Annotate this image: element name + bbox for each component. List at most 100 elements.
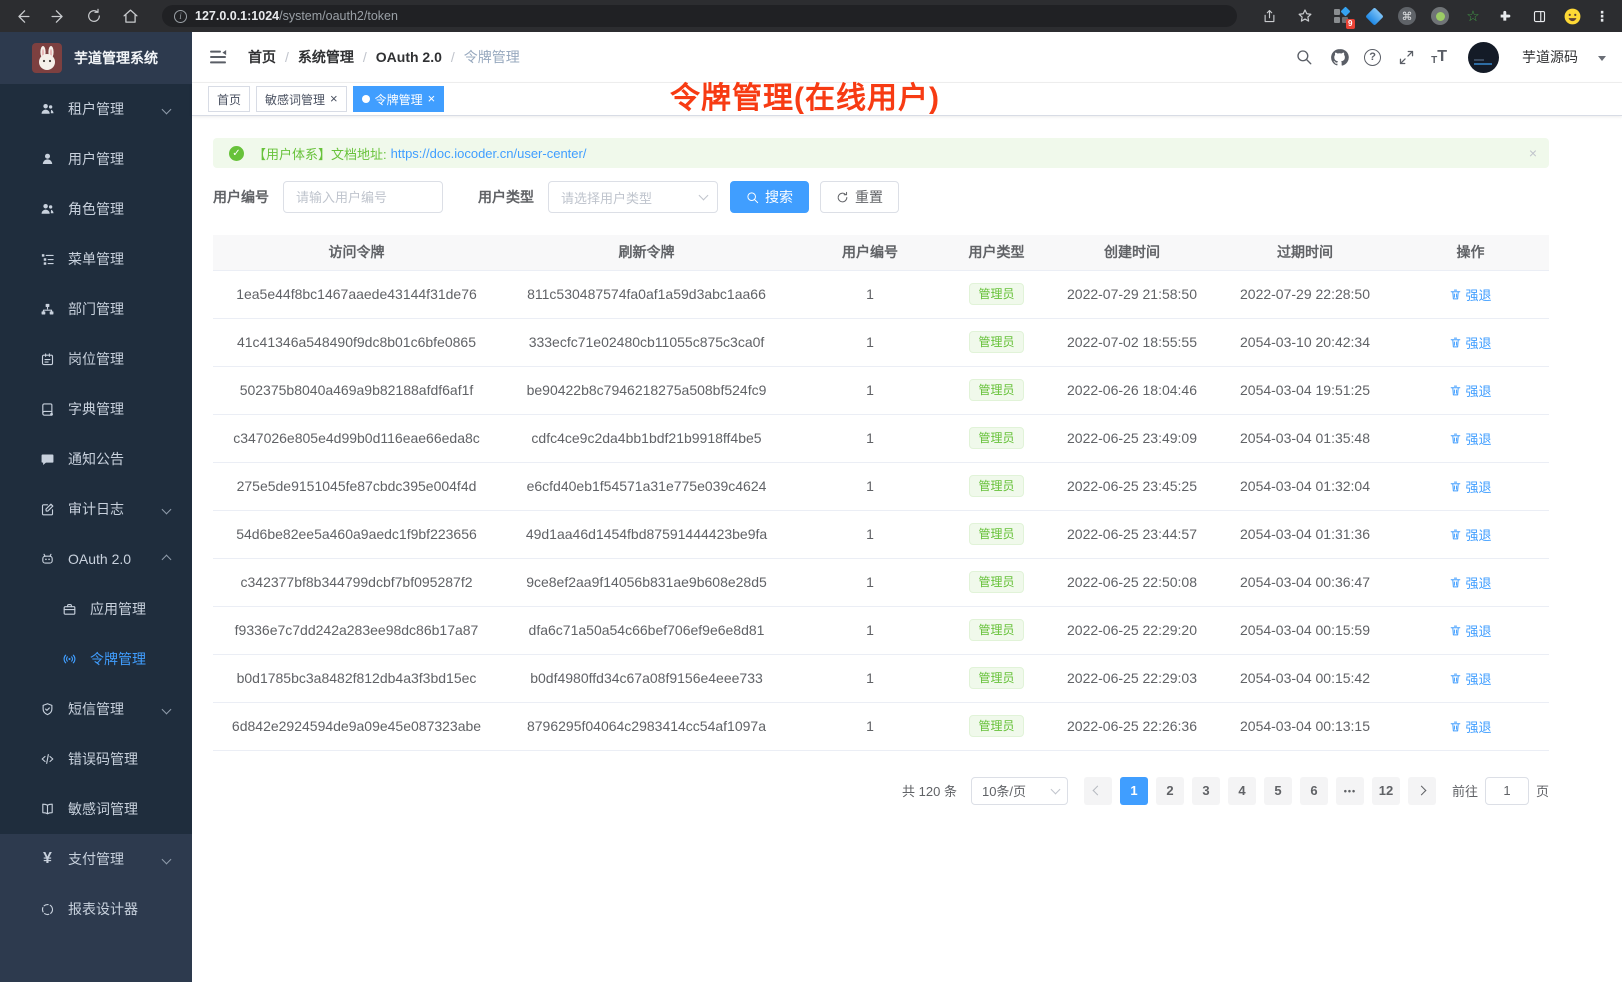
extension-window-icon[interactable] (1529, 6, 1549, 26)
page-button-1[interactable]: 1 (1120, 777, 1148, 805)
sidebar-item-errcode[interactable]: 错误码管理 (0, 734, 192, 784)
page-button-4[interactable]: 4 (1228, 777, 1256, 805)
force-logout-button[interactable]: 强退 (1449, 285, 1491, 304)
refresh-token: be90422b8c7946218275a508bf524fc9 (500, 366, 793, 414)
extension-record-icon[interactable] (1430, 6, 1450, 26)
close-icon[interactable] (330, 92, 338, 106)
sidebar-item-dept[interactable]: 部门管理 (0, 284, 192, 334)
github-icon[interactable] (1329, 47, 1349, 67)
doc-link[interactable]: https://doc.iocoder.cn/user-center/ (391, 146, 587, 161)
user-icon (40, 152, 55, 167)
tab-home[interactable]: 首页 (208, 86, 250, 112)
browser-menu-icon[interactable]: ⋮ (1595, 8, 1610, 25)
sidebar-item-role[interactable]: 角色管理 (0, 184, 192, 234)
browser-back-icon[interactable] (12, 6, 32, 26)
access-token: c342377bf8b344799dcbf7bf095287f2 (213, 558, 500, 606)
prev-page-button[interactable] (1084, 777, 1112, 805)
browser-reload-icon[interactable] (84, 6, 104, 26)
created-time: 2022-06-25 23:45:25 (1046, 462, 1218, 510)
sidebar-item-user[interactable]: 用户管理 (0, 134, 192, 184)
access-token: 41c41346a548490f9dc8b01c6bfe0865 (213, 318, 500, 366)
search-icon[interactable] (1294, 47, 1314, 67)
sidebar-item-dict[interactable]: 字典管理 (0, 384, 192, 434)
browser-home-icon[interactable] (120, 6, 140, 26)
search-button[interactable]: 搜索 (730, 181, 809, 213)
font-size-icon[interactable]: TT (1431, 48, 1447, 66)
caret-down-icon[interactable] (1598, 56, 1606, 61)
next-page-button[interactable] (1408, 777, 1436, 805)
reset-button[interactable]: 重置 (820, 181, 899, 213)
page-button-5[interactable]: 5 (1264, 777, 1292, 805)
sidebar-item-audit-log[interactable]: 审计日志 (0, 484, 192, 534)
extension-star-icon[interactable]: ☆ (1463, 6, 1483, 26)
force-logout-button[interactable]: 强退 (1449, 717, 1491, 736)
breadcrumb-system[interactable]: 系统管理 (298, 47, 354, 67)
page-button-6[interactable]: 6 (1300, 777, 1328, 805)
code-icon (40, 752, 55, 767)
close-icon[interactable]: × (1529, 145, 1537, 161)
address-bar[interactable]: i 127.0.0.1:1024/system/oauth2/token (162, 5, 1237, 27)
sidebar-item-sms[interactable]: 短信管理 (0, 684, 192, 734)
close-icon[interactable] (428, 92, 436, 106)
tab-token[interactable]: 令牌管理 (353, 86, 445, 112)
expire-time: 2054-03-04 00:15:59 (1218, 606, 1392, 654)
force-logout-button[interactable]: 强退 (1449, 525, 1491, 544)
sidebar-item-sensitive-word[interactable]: 敏感词管理 (0, 784, 192, 834)
sidebar-item-tenant[interactable]: 租户管理 (0, 84, 192, 134)
extension-gem-icon[interactable] (1364, 6, 1384, 26)
col-user-id: 用户编号 (793, 235, 947, 270)
shield-check-icon (40, 702, 55, 717)
more-pages-button[interactable]: ••• (1336, 777, 1364, 805)
sidebar-item-post[interactable]: 岗位管理 (0, 334, 192, 384)
user-id-input[interactable] (283, 181, 443, 213)
force-logout-button[interactable]: 强退 (1449, 381, 1491, 400)
page-button-12[interactable]: 12 (1372, 777, 1400, 805)
bookmark-star-icon[interactable] (1295, 6, 1315, 26)
sidebar-item-menu[interactable]: 菜单管理 (0, 234, 192, 284)
extension-blocks-icon[interactable]: 9 (1331, 6, 1351, 26)
page-button-2[interactable]: 2 (1156, 777, 1184, 805)
token-table: 访问令牌 刷新令牌 用户编号 用户类型 创建时间 过期时间 操作 1ea5e44… (213, 235, 1549, 751)
sidebar-item-oauth2-token[interactable]: 令牌管理 (0, 634, 192, 684)
breadcrumb-home[interactable]: 首页 (248, 47, 276, 67)
force-logout-button[interactable]: 强退 (1449, 621, 1491, 640)
total-count: 共 120 条 (902, 781, 957, 800)
extension-puzzle-icon[interactable] (1496, 6, 1516, 26)
created-time: 2022-06-25 23:44:57 (1046, 510, 1218, 558)
force-logout-button[interactable]: 强退 (1449, 669, 1491, 688)
force-logout-button[interactable]: 强退 (1449, 477, 1491, 496)
goto-page-input[interactable] (1485, 777, 1529, 805)
fullscreen-icon[interactable] (1396, 47, 1416, 67)
user-type-badge: 管理员 (969, 475, 1023, 497)
expire-time: 2054-03-04 00:13:15 (1218, 702, 1392, 750)
sidebar-item-pay[interactable]: ¥ 支付管理 (0, 834, 192, 884)
user-type-badge: 管理员 (969, 523, 1023, 545)
help-icon[interactable]: ? (1364, 49, 1381, 66)
force-logout-button[interactable]: 强退 (1449, 333, 1491, 352)
breadcrumb-oauth2[interactable]: OAuth 2.0 (376, 49, 442, 65)
force-logout-button[interactable]: 强退 (1449, 573, 1491, 592)
app-logo: 芋道管理系统 (0, 32, 192, 84)
tab-sensitive-word[interactable]: 敏感词管理 (256, 86, 347, 112)
page-button-3[interactable]: 3 (1192, 777, 1220, 805)
sidebar-item-oauth2[interactable]: OAuth 2.0 (0, 534, 192, 584)
avatar[interactable] (1468, 42, 1499, 73)
extension-command-icon[interactable]: ⌘ (1397, 6, 1417, 26)
sidebar-item-report-designer[interactable]: 报表设计器 (0, 884, 192, 934)
sidebar-item-oauth2-app[interactable]: 应用管理 (0, 584, 192, 634)
profile-emoji-icon[interactable] (1562, 6, 1582, 26)
chevron-down-icon (162, 854, 172, 864)
share-icon[interactable] (1259, 6, 1279, 26)
force-logout-button[interactable]: 强退 (1449, 429, 1491, 448)
page-size-select[interactable]: 10条/页 (971, 777, 1068, 805)
refresh-token: 9ce8ef2aa9f14056b831ae9b608e28d5 (500, 558, 793, 606)
annotation-text: 令牌管理(在线用户) (670, 73, 940, 117)
browser-forward-icon[interactable] (48, 6, 68, 26)
username[interactable]: 芋道源码 (1522, 47, 1578, 67)
sidebar-collapse-icon[interactable] (208, 46, 230, 68)
user-type-select[interactable]: 请选择用户类型 (548, 181, 718, 213)
expire-time: 2054-03-04 01:31:36 (1218, 510, 1392, 558)
site-info-icon[interactable]: i (174, 10, 187, 23)
extension-tray: 9 ⌘ ☆ ⋮ (1331, 6, 1610, 26)
sidebar-item-notice[interactable]: 通知公告 (0, 434, 192, 484)
